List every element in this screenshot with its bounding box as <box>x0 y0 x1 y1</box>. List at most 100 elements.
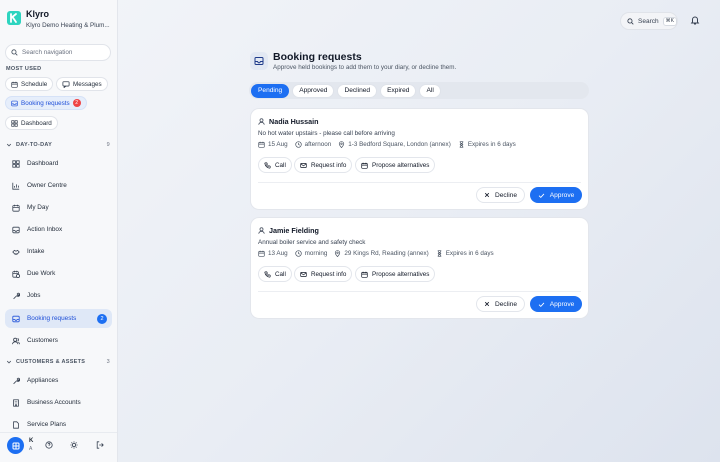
clock-icon <box>294 250 302 257</box>
most-used-label: MOST USED <box>6 66 42 72</box>
sidebar: Klyro Klyro Demo Heating & Plum... Searc… <box>0 0 118 462</box>
request-note: Annual boiler service and safety check <box>258 239 366 246</box>
group-day-to-day-toggle[interactable]: DAY-TO-DAY 9 <box>6 142 110 148</box>
booking-requests-count-badge: 2 <box>72 99 81 107</box>
global-search-label: Search <box>638 17 659 25</box>
quick-link-schedule[interactable]: Schedule <box>5 77 54 91</box>
request-slot: afternoon <box>304 141 332 148</box>
booking-request-card: Nadia Hussain No hot water upstairs - pl… <box>250 108 589 210</box>
sidebar-item-my-day[interactable]: My Day <box>5 198 112 217</box>
search-icon <box>627 17 634 25</box>
tab-declined[interactable]: Declined <box>337 83 378 98</box>
calendar-clock-icon <box>12 270 20 278</box>
call-button[interactable]: Call <box>258 266 292 282</box>
brand[interactable]: Klyro Klyro Demo Heating & Plum... <box>7 9 110 29</box>
quick-link-dashboard[interactable]: Dashboard <box>5 116 58 130</box>
card-divider <box>258 291 581 292</box>
chevron-down-icon <box>6 360 12 364</box>
chevron-down-icon <box>6 143 12 147</box>
calendar-icon <box>12 204 20 212</box>
page-subtitle: Approve held bookings to add them to you… <box>273 64 457 71</box>
calendar-icon <box>258 141 265 148</box>
approve-button[interactable]: Approve <box>530 296 582 312</box>
phone-icon <box>264 270 271 278</box>
request-address: 29 Kings Rd, Reading (annex) <box>344 250 429 257</box>
close-icon <box>484 192 490 198</box>
building-icon <box>13 398 19 407</box>
sidebar-item-customers[interactable]: Customers <box>5 331 112 350</box>
inbox-icon <box>12 226 20 233</box>
grid-icon <box>11 119 18 127</box>
status-tabs: Pending Approved Declined Expired All <box>249 82 589 99</box>
request-expiry: Expires in 6 days <box>445 250 494 257</box>
decline-button[interactable]: Decline <box>476 296 525 312</box>
request-date: 13 Aug <box>268 250 288 257</box>
notifications-bell-icon[interactable] <box>690 15 700 25</box>
customer-name: Nadia Hussain <box>258 117 319 126</box>
map-pin-icon <box>335 250 341 257</box>
sidebar-item-intake[interactable]: Intake <box>5 242 112 261</box>
tab-approved[interactable]: Approved <box>292 83 335 98</box>
sidebar-item-business-accounts[interactable]: Business Accounts <box>5 393 112 412</box>
request-info-button[interactable]: Request info <box>294 266 353 282</box>
global-search-button[interactable]: Search ⌘K <box>620 12 678 30</box>
card-divider <box>258 182 581 183</box>
booking-request-card: Jamie Fielding Annual boiler service and… <box>250 217 589 319</box>
search-icon <box>11 49 18 56</box>
map-pin-icon <box>339 141 345 148</box>
inbox-icon <box>12 315 20 322</box>
customer-name: Jamie Fielding <box>258 226 319 235</box>
tab-expired[interactable]: Expired <box>380 83 417 98</box>
close-icon <box>484 301 490 307</box>
page-inbox-icon <box>250 52 268 70</box>
request-slot: morning <box>304 250 328 257</box>
mail-icon <box>300 162 307 168</box>
sidebar-item-action-inbox[interactable]: Action Inbox <box>5 220 112 239</box>
users-icon <box>12 337 20 344</box>
sidebar-item-dashboard[interactable]: Dashboard <box>5 154 112 173</box>
search-navigation-placeholder: Search navigation <box>22 49 73 56</box>
handshake-icon <box>12 249 20 255</box>
chat-icon <box>62 80 70 88</box>
quick-link-booking-requests[interactable]: Booking requests 2 <box>5 96 87 110</box>
page-title: Booking requests <box>273 51 362 63</box>
search-shortcut: ⌘K <box>662 16 677 26</box>
decline-button[interactable]: Decline <box>476 187 525 203</box>
file-icon <box>13 420 19 429</box>
booking-requests-nav-badge: 2 <box>97 313 107 324</box>
sidebar-item-owner-centre[interactable]: Owner Centre <box>5 176 112 195</box>
propose-alternatives-button[interactable]: Propose alternatives <box>355 266 436 282</box>
sidebar-item-booking-requests[interactable]: Booking requests 2 <box>5 309 112 328</box>
user-role: A <box>29 446 33 452</box>
quick-link-messages[interactable]: Messages <box>56 77 108 91</box>
wrench-icon <box>13 292 20 299</box>
approve-button[interactable]: Approve <box>530 187 582 203</box>
klyro-logo <box>7 11 21 25</box>
sidebar-item-due-work[interactable]: Due Work <box>5 264 112 283</box>
clock-icon <box>294 141 302 148</box>
avatar[interactable] <box>7 437 24 454</box>
mail-icon <box>300 271 307 277</box>
request-address: 1-3 Bedford Square, London (annex) <box>348 141 451 148</box>
call-button[interactable]: Call <box>258 157 292 173</box>
calendar-icon <box>361 162 368 169</box>
propose-alternatives-button[interactable]: Propose alternatives <box>355 157 436 173</box>
logout-icon[interactable] <box>96 441 104 449</box>
theme-toggle-icon[interactable] <box>70 441 78 449</box>
group-customers-assets-toggle[interactable]: CUSTOMERS & ASSETS 3 <box>6 359 110 365</box>
hourglass-icon <box>459 141 464 148</box>
tool-icon <box>13 377 20 384</box>
request-meta: 13 Aug morning 29 Kings Rd, Reading (ann… <box>258 250 501 257</box>
search-navigation-input[interactable]: Search navigation <box>5 44 111 61</box>
calendar-icon <box>258 250 265 257</box>
sidebar-item-appliances[interactable]: Appliances <box>5 371 112 390</box>
grid-icon <box>12 159 20 168</box>
tab-pending[interactable]: Pending <box>251 83 290 98</box>
chart-icon <box>12 182 20 190</box>
request-info-button[interactable]: Request info <box>294 157 353 173</box>
check-icon <box>538 193 545 198</box>
sidebar-item-jobs[interactable]: Jobs <box>5 286 112 305</box>
calendar-icon <box>11 81 18 88</box>
tab-all[interactable]: All <box>419 83 441 98</box>
help-icon[interactable] <box>45 441 53 449</box>
